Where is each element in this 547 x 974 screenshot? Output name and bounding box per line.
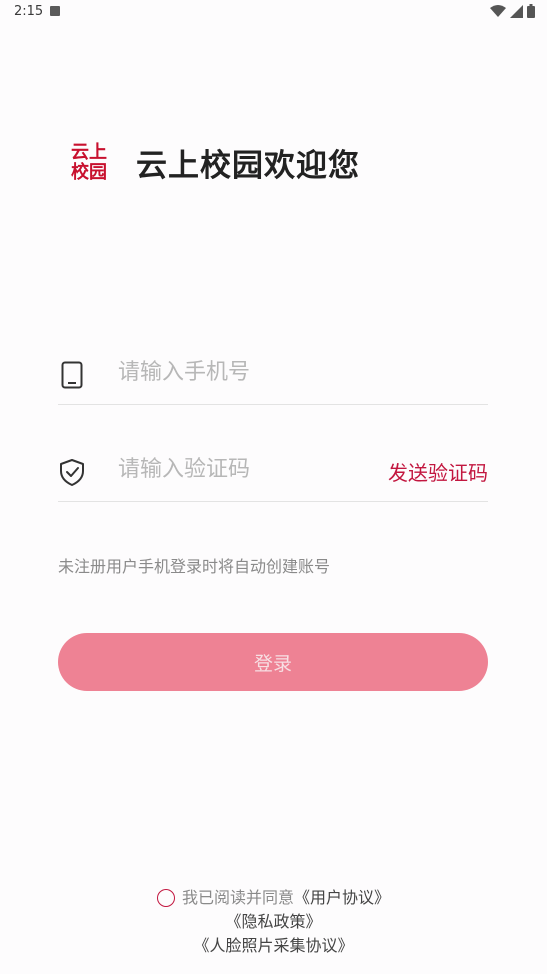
verification-code-input[interactable] <box>118 457 378 482</box>
brand-logo-line2: 校园 <box>71 161 107 183</box>
shield-check-icon <box>60 459 84 486</box>
wifi-icon <box>490 5 506 17</box>
phone-icon <box>61 361 83 389</box>
brand-header: 云上 校园 云上校园欢迎您 <box>68 140 360 185</box>
brand-logo: 云上 校园 <box>68 141 110 185</box>
status-time: 2:15 <box>14 4 44 19</box>
agree-radio[interactable] <box>156 889 175 907</box>
login-button[interactable]: 登录 <box>58 633 488 691</box>
auto-register-hint: 未注册用户手机登录时将自动创建账号 <box>58 557 331 576</box>
brand-logo-line1: 云上 <box>71 141 107 163</box>
status-bar: 2:15 <box>0 0 547 24</box>
page-title: 云上校园欢迎您 <box>136 148 360 184</box>
user-agreement-link[interactable]: 《用户协议》 <box>294 886 390 910</box>
signal-icon <box>510 4 523 18</box>
agreement-section: 我已阅读并同意 《用户协议》 《隐私政策》 《人脸照片采集协议》 <box>0 886 547 958</box>
agreement-line: 我已阅读并同意 《用户协议》 <box>0 886 547 910</box>
verification-code-field: 发送验证码 <box>58 443 488 502</box>
battery-icon <box>527 4 535 18</box>
agreement-prefix: 我已阅读并同意 <box>181 888 294 907</box>
privacy-policy-link[interactable]: 《隐私政策》 <box>0 910 547 934</box>
notification-icon <box>50 6 60 16</box>
phone-field <box>58 346 488 405</box>
face-agreement-link[interactable]: 《人脸照片采集协议》 <box>0 934 547 958</box>
status-icons <box>490 4 535 18</box>
login-screen: 2:15 云上 校园 云上校园欢迎您 请输入手机号 请输入验证码 发送验证码 未… <box>0 0 547 974</box>
phone-input[interactable] <box>118 360 378 385</box>
send-code-button[interactable]: 发送验证码 <box>388 457 488 486</box>
